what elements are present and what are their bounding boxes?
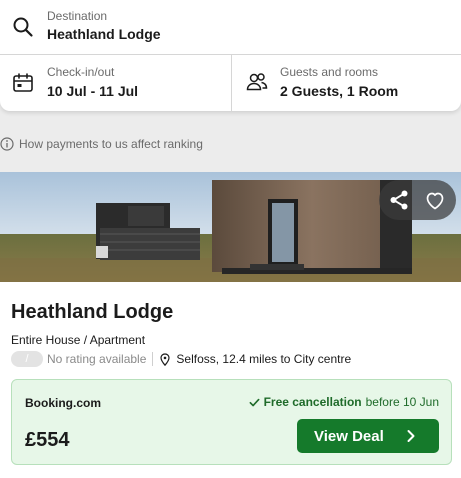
map-pin-icon [160, 352, 171, 366]
info-icon [0, 137, 14, 151]
location-text: Selfoss, 12.4 miles to City centre [176, 352, 352, 366]
destination-label: Destination [47, 9, 108, 23]
guests-field[interactable]: Guests and rooms 2 Guests, 1 Room [232, 55, 461, 111]
rating-location-row: / No rating available Selfoss, 12.4 mile… [11, 351, 351, 367]
search-icon [13, 17, 33, 37]
deal-provider: Booking.com [25, 396, 102, 410]
heart-icon[interactable] [423, 188, 447, 212]
chevron-right-icon [407, 430, 415, 442]
deal-box[interactable]: Booking.com Free cancellation before 10 … [11, 379, 452, 465]
rating-text: No rating available [47, 352, 147, 366]
ranking-notice-text: How payments to us affect ranking [19, 137, 203, 151]
rating-badge: / [11, 351, 43, 367]
deal-price: £554 [25, 429, 70, 451]
free-cancellation-info: Free cancellation before 10 Jun [249, 395, 439, 409]
destination-value: Heathland Lodge [47, 26, 161, 42]
guests-label: Guests and rooms [280, 65, 379, 79]
hotel-name[interactable]: Heathland Lodge [11, 301, 173, 324]
people-icon [246, 73, 268, 91]
hotel-result-card[interactable]: Heathland Lodge Entire House / Apartment… [0, 172, 461, 478]
calendar-icon [13, 73, 33, 92]
view-deal-button[interactable]: View Deal [297, 419, 439, 453]
dates-value: 10 Jul - 11 Jul [47, 83, 139, 99]
destination-field[interactable]: Destination Heathland Lodge [0, 0, 461, 55]
search-summary-card: Destination Heathland Lodge Check-in/out… [0, 0, 461, 111]
divider [152, 352, 154, 366]
guests-value: 2 Guests, 1 Room [280, 83, 399, 99]
dates-field[interactable]: Check-in/out 10 Jul - 11 Jul [0, 55, 232, 111]
ranking-notice[interactable]: How payments to us affect ranking [0, 135, 203, 153]
cancellation-deadline: before 10 Jun [365, 395, 439, 409]
share-icon[interactable] [387, 188, 411, 212]
view-deal-label: View Deal [314, 428, 384, 445]
check-icon [249, 398, 260, 406]
photo-actions [379, 180, 456, 220]
free-cancellation-label: Free cancellation [263, 395, 362, 409]
hotel-photo[interactable] [0, 172, 461, 282]
accommodation-type: Entire House / Apartment [11, 333, 146, 347]
dates-label: Check-in/out [47, 65, 115, 79]
